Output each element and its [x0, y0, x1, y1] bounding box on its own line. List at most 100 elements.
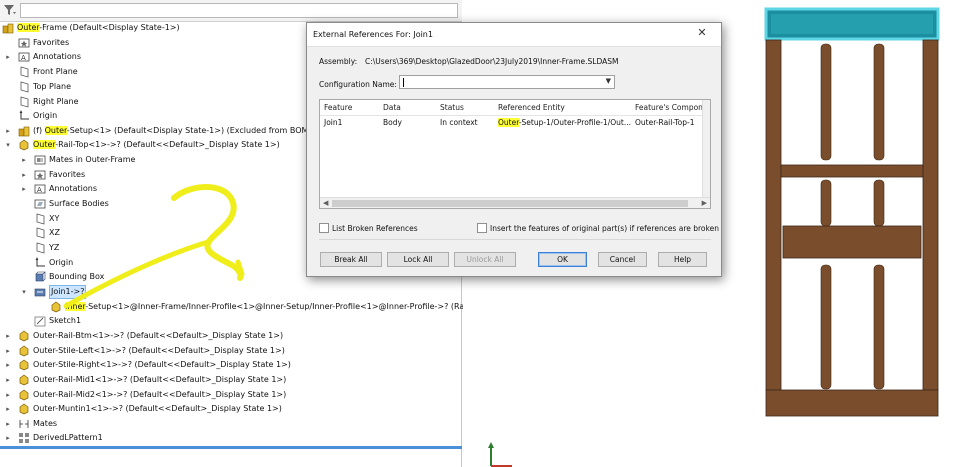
origin-icon [19, 110, 29, 120]
cell-component: Outer-Rail-Top-1 [635, 118, 695, 127]
expand-arrow-icon[interactable]: ▸ [20, 156, 28, 164]
expand-arrow-icon[interactable]: ▸ [4, 53, 12, 61]
external-references-list[interactable]: Feature Data Status Referenced Entity Fe… [319, 99, 711, 209]
expand-arrow-icon[interactable]: ▸ [4, 332, 12, 340]
tree-item-label: Annotations [33, 50, 81, 64]
assembly-path: C:\Users\369\Desktop\GlazedDoor\23July20… [365, 57, 619, 66]
list-broken-references-checkbox[interactable] [319, 223, 329, 233]
scroll-thumb[interactable] [332, 200, 688, 207]
expand-arrow-icon[interactable]: ▸ [4, 361, 12, 369]
tree-item[interactable]: ▸ DerivedLPattern1 [0, 431, 460, 445]
assembly-label: Assembly: [319, 57, 358, 66]
tree-item-label: Favorites [49, 168, 85, 182]
unlock-all-button[interactable]: Unlock All [454, 252, 516, 267]
part-icon [19, 345, 29, 357]
horizontal-scrollbar[interactable]: ◀ ▶ [320, 197, 710, 208]
part-icon [19, 403, 29, 415]
help-button[interactable]: Help [658, 252, 707, 267]
tree-item-label: Outer-Muntin1<1>->? (Default<<Default>_D… [33, 402, 282, 416]
expand-arrow-icon[interactable]: ▸ [4, 434, 12, 442]
insert-features-checkbox[interactable] [477, 223, 487, 233]
dialog-title: External References For: Join1 [313, 30, 433, 39]
tree-item[interactable]: ▸ Outer-Stile-Left<1>->? (Default<<Defaul… [0, 344, 460, 358]
lock-all-button[interactable]: Lock All [387, 252, 449, 267]
cancel-button[interactable]: Cancel [598, 252, 647, 267]
label-prefix: Outer-Rail-Mid1<1>->? (Default<<Default>… [33, 375, 287, 384]
tree-item-label: XZ [49, 226, 60, 240]
config-name-combo[interactable]: ▼ [399, 75, 615, 89]
highlighted-text: Outer [17, 23, 40, 32]
tree-item[interactable]: ▸ Outer-Muntin1<1>->? (Default<<Default>_… [0, 402, 460, 416]
tree-item[interactable]: Sketch1 [0, 314, 460, 328]
expand-arrow-icon[interactable]: ▸ [4, 376, 12, 384]
expand-arrow-icon[interactable]: ▸ [20, 185, 28, 193]
entity-rest-text: -Setup-1/Outer-Profile-1/Out... [518, 118, 631, 127]
expand-arrow-icon[interactable]: ▸ [4, 405, 12, 413]
expand-arrow-icon[interactable]: ▸ [4, 127, 12, 135]
collapse-arrow-icon[interactable]: ▾ [4, 141, 12, 149]
tree-item-label: YZ [49, 241, 59, 255]
tree-item-label: Inner-Setup<1>@Inner-Frame/Inner-Profile… [65, 300, 488, 314]
cell-referenced-entity: Outer-Setup-1/Outer-Profile-1/Out... [498, 116, 631, 130]
column-header-referenced-entity[interactable]: Referenced Entity [498, 100, 565, 116]
column-header-feature[interactable]: Feature [324, 100, 352, 116]
expand-arrow-icon[interactable]: ▸ [4, 420, 12, 428]
tree-item-label: Front Plane [33, 65, 78, 79]
table-row[interactable]: Join1 Body In context Outer-Setup-1/Oute… [320, 116, 710, 130]
label-prefix: Outer-Stile-Left<1>->? (Default<<Default… [33, 346, 285, 355]
tree-item-label: Favorites [33, 36, 69, 50]
tree-item[interactable]: ▸ Outer-Stile-Right<1>->? (Default<<Defau… [0, 358, 460, 372]
label-prefix: XZ [49, 228, 60, 237]
label-prefix: Mates in Outer-Frame [49, 155, 136, 164]
tree-item[interactable]: ▸ Outer-Rail-Mid2<1>->? (Default<<Default… [0, 388, 460, 402]
dialog-title-bar[interactable]: External References For: Join1 ✕ [307, 23, 721, 47]
ok-button[interactable]: OK [538, 252, 587, 267]
dropdown-arrow-icon[interactable]: ▼ [606, 77, 611, 85]
label-prefix: Top Plane [33, 82, 71, 91]
label-prefix: Surface Bodies [49, 199, 109, 208]
filter-icon[interactable] [3, 3, 17, 17]
mates-folder-icon [34, 155, 46, 165]
label-prefix: Annotations [33, 52, 82, 61]
plane-icon [36, 242, 45, 254]
label-prefix: XY [49, 214, 60, 223]
expand-arrow-icon[interactable]: ▸ [4, 347, 12, 355]
label-prefix: Join1->? [51, 287, 85, 296]
tree-item[interactable]: ▸ Mates [0, 417, 460, 431]
cell-feature: Join1 [324, 118, 343, 127]
expand-arrow-icon[interactable]: ▸ [20, 171, 28, 179]
part-icon [19, 139, 29, 151]
tree-item-label: DerivedLPattern1 [33, 431, 103, 445]
tree-item[interactable]: ▾ Join1->? [0, 285, 460, 299]
tree-item-label: Annotations [49, 182, 97, 196]
bounding-box-icon [35, 271, 46, 282]
column-header-status[interactable]: Status [440, 100, 464, 116]
tree-filter-input[interactable] [20, 3, 458, 18]
tree-item[interactable]: ▸ Outer-Rail-Mid1<1>->? (Default<<Default… [0, 373, 460, 387]
label-prefix: Outer-Rail-Mid2<1>->? (Default<<Default>… [33, 390, 287, 399]
linear-pattern-icon [19, 433, 29, 443]
column-header-data[interactable]: Data [383, 100, 401, 116]
referenced-part-icon [51, 301, 61, 313]
column-header-feature-component[interactable]: Feature's Compon... [635, 100, 710, 116]
solidworks-window: Outer-Frame (Default<Display State-1>) Fa… [0, 0, 960, 467]
tree-item[interactable]: Inner-Setup<1>@Inner-Frame/Inner-Profile… [0, 300, 488, 314]
plane-icon [20, 66, 29, 78]
close-icon[interactable]: ✕ [685, 25, 719, 41]
label-prefix: Bounding Box [49, 272, 105, 281]
break-all-button[interactable]: Break All [320, 252, 382, 267]
expand-arrow-icon[interactable]: ▸ [4, 391, 12, 399]
tree-item[interactable]: ▸ Outer-Rail-Btm<1>->? (Default<<Default>… [0, 329, 460, 343]
annotations-icon: A [18, 52, 30, 62]
vertical-scrollbar[interactable] [702, 100, 710, 199]
tree-item-label: Outer-Stile-Right<1>->? (Default<<Defaul… [33, 358, 291, 372]
sketch-icon [34, 316, 46, 327]
collapse-arrow-icon[interactable]: ▾ [20, 288, 28, 296]
axis-triad-icon [488, 442, 512, 467]
dialog-separator [319, 239, 711, 240]
scroll-left-icon[interactable]: ◀ [323, 198, 328, 208]
list-broken-references-label: List Broken References [332, 224, 418, 233]
external-references-dialog: External References For: Join1 ✕ Assembl… [306, 22, 722, 277]
scroll-right-icon[interactable]: ▶ [702, 198, 707, 208]
tree-item-label: Origin [33, 109, 57, 123]
